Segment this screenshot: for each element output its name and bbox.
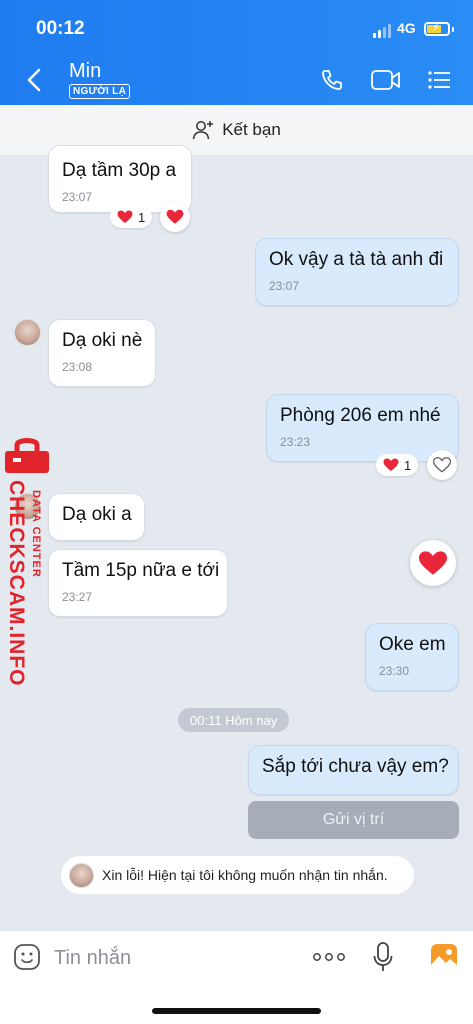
message-text: Ok vậy a tà tà anh đi (269, 249, 444, 270)
message-text: Phòng 206 em nhé (280, 405, 441, 426)
reaction-count: 1 (404, 457, 412, 473)
message-time: 23:07 (62, 190, 93, 204)
menu-icon[interactable] (427, 68, 451, 92)
message-text: Dạ oki a (62, 504, 132, 525)
message-text: Sắp tới chưa vậy em? (262, 756, 449, 777)
message-time: 23:30 (379, 664, 410, 678)
microphone-icon[interactable] (373, 942, 393, 972)
heart-icon (166, 209, 184, 224)
reaction-count: 1 (138, 209, 146, 225)
heart-icon (383, 458, 399, 471)
add-friend-icon (192, 121, 214, 140)
message-time: 23:07 (269, 279, 300, 293)
navbar: Min NGƯỜI LẠ (0, 58, 473, 102)
message-outgoing[interactable]: Ok vậy a tà tà anh đi 23:07 (255, 238, 459, 306)
react-button[interactable] (427, 450, 457, 480)
back-arrow-icon[interactable] (24, 67, 44, 93)
status-bar: 00:12 4G ⚡ (0, 14, 473, 44)
date-separator: 00:11 Hôm nay (178, 708, 290, 732)
reaction-summary[interactable]: 1 (376, 454, 419, 476)
message-outgoing[interactable]: Sắp tới chưa vậy em? (248, 745, 459, 795)
message-outgoing[interactable]: Phòng 206 em nhé 23:23 (266, 394, 459, 462)
signal-icon (373, 24, 393, 38)
chat-header: 00:12 4G ⚡ Min NGƯỜI LẠ (0, 0, 473, 105)
video-call-icon[interactable] (371, 68, 401, 92)
contact-name[interactable]: Min (69, 60, 101, 83)
blocked-notice: Xin lỗi! Hiện tại tôi không muốn nhận ti… (61, 856, 414, 894)
heart-reaction-button[interactable] (410, 540, 456, 586)
stranger-badge: NGƯỜI LẠ (69, 84, 131, 99)
message-outgoing[interactable]: Oke em 23:30 (365, 623, 459, 691)
message-text: Dạ tầm 30p a (62, 160, 177, 181)
message-time: 23:08 (62, 360, 93, 374)
send-location-button[interactable]: Gửi vị trí (248, 801, 459, 839)
message-text: Tầm 15p nữa e tới (62, 560, 220, 581)
lock-icon (5, 438, 49, 473)
heart-icon (418, 550, 448, 575)
watermark-text: CHECKSCAM.INFO (5, 480, 28, 687)
home-indicator (152, 1008, 321, 1014)
image-gallery-icon[interactable] (430, 943, 458, 971)
message-text: Dạ oki nè (62, 330, 143, 351)
add-friend-label: Kết bạn (222, 120, 281, 139)
contact-avatar (69, 862, 94, 888)
status-time: 00:12 (36, 18, 85, 39)
message-incoming[interactable]: Dạ oki nè 23:08 (48, 319, 156, 387)
contact-avatar[interactable] (14, 319, 41, 346)
watermark-subtext: DATA CENTER (30, 490, 42, 578)
message-time: 23:27 (62, 590, 93, 604)
message-incoming[interactable]: Tầm 15p nữa e tới 23:27 (48, 549, 228, 617)
phone-icon[interactable] (320, 68, 344, 92)
react-button[interactable] (160, 202, 190, 232)
network-label: 4G (397, 20, 416, 36)
reaction-summary[interactable]: 1 (110, 206, 153, 228)
heart-outline-icon (433, 457, 451, 473)
message-time: 23:23 (280, 435, 311, 449)
message-text: Oke em (379, 634, 446, 655)
more-icon[interactable] (313, 952, 345, 962)
sticker-icon[interactable] (13, 943, 41, 971)
message-input[interactable]: Tin nhắn (54, 947, 131, 970)
heart-icon (117, 210, 133, 223)
notice-text: Xin lỗi! Hiện tại tôi không muốn nhận ti… (102, 867, 388, 883)
message-incoming[interactable]: Dạ oki a (48, 493, 145, 541)
battery-icon: ⚡ (424, 22, 450, 36)
